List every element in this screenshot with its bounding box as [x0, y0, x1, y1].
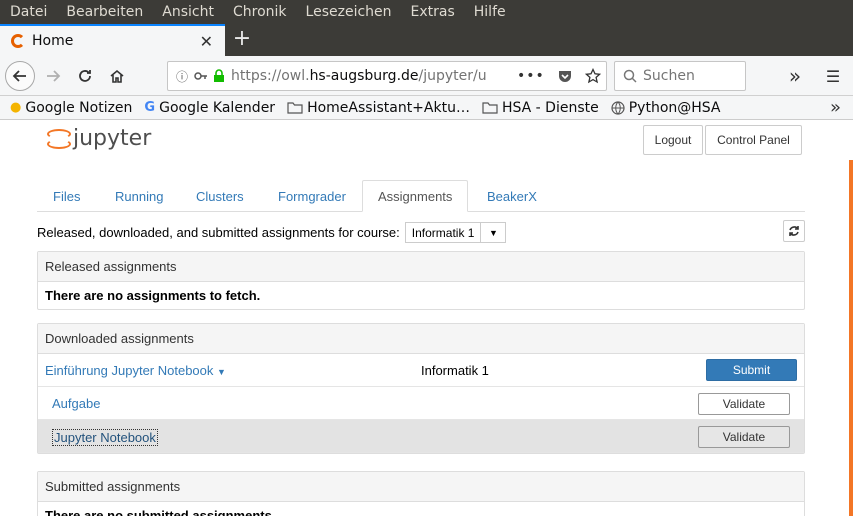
page-actions-icon[interactable]: ••• — [517, 68, 545, 84]
url-bar[interactable]: ⓘ https://owl.hs-augsburg.de/jupyter/u •… — [167, 61, 607, 91]
back-arrow-icon — [12, 70, 26, 82]
submitted-heading: Submitted assignments — [38, 472, 804, 502]
chevron-down-icon: ▼ — [489, 227, 498, 238]
tab-assignments[interactable]: Assignments — [362, 180, 469, 212]
tab-beakerx[interactable]: BeakerX — [472, 180, 552, 212]
menu-lesezeichen[interactable]: Lesezeichen — [306, 4, 392, 20]
folder-icon — [287, 102, 303, 114]
search-bar[interactable] — [614, 61, 746, 91]
bookmark-google-kalender[interactable]: G Google Kalender — [144, 100, 275, 116]
google-icon: G — [144, 100, 156, 115]
caret-down-icon: ▼ — [217, 367, 226, 377]
bookmark-star-icon[interactable] — [584, 68, 601, 84]
menu-bar: Datei Bearbeiten Ansicht Chronik Lesezei… — [0, 0, 853, 24]
bookmark-homeassistant-folder[interactable]: HomeAssistant+Aktu… — [287, 100, 470, 116]
submitted-assignments-panel: Submitted assignments There are no submi… — [37, 471, 805, 516]
bookmark-google-notizen[interactable]: ● Google Notizen — [10, 100, 132, 116]
menu-bearbeiten[interactable]: Bearbeiten — [66, 4, 143, 20]
url-text[interactable]: https://owl.hs-augsburg.de/jupyter/u — [231, 68, 511, 84]
notebook-row: Aufgabe Validate — [38, 387, 804, 420]
key-icon — [194, 72, 208, 80]
info-icon[interactable]: ⓘ — [176, 68, 188, 85]
validate-button[interactable]: Validate — [698, 393, 790, 415]
control-panel-button[interactable]: Control Panel — [705, 125, 802, 155]
course-select[interactable]: Informatik 1 ▼ — [404, 222, 507, 243]
bookmark-python-hsa[interactable]: Python@HSA — [611, 100, 721, 116]
back-button[interactable] — [5, 61, 35, 91]
jupyter-tabs: Files Running Clusters Formgrader Assign… — [37, 180, 805, 212]
scrollbar[interactable] — [849, 160, 853, 516]
course-label: Released, downloaded, and submitted assi… — [37, 225, 400, 240]
released-heading: Released assignments — [38, 252, 804, 282]
jupyter-page: jupyter Logout Control Panel Files Runni… — [0, 120, 853, 516]
close-tab-icon[interactable]: ✕ — [200, 32, 213, 51]
jupyter-logo[interactable]: jupyter — [47, 126, 151, 151]
notebook-link-jupyter-notebook[interactable]: Jupyter Notebook — [52, 429, 158, 446]
hamburger-menu-icon[interactable]: ☰ — [818, 61, 848, 91]
home-icon — [110, 69, 124, 83]
bookmarks-toolbar: ● Google Notizen G Google Kalender HomeA… — [0, 96, 853, 120]
notebook-row: Jupyter Notebook Validate — [38, 420, 804, 453]
search-input[interactable] — [643, 68, 733, 84]
menu-datei[interactable]: Datei — [10, 4, 47, 20]
validate-button[interactable]: Validate — [698, 426, 790, 448]
course-selector-row: Released, downloaded, and submitted assi… — [37, 222, 507, 243]
notebook-link-aufgabe[interactable]: Aufgabe — [52, 396, 100, 411]
globe-icon — [611, 100, 625, 115]
navigation-bar: ⓘ https://owl.hs-augsburg.de/jupyter/u •… — [0, 56, 853, 96]
search-icon — [623, 69, 637, 83]
reload-icon — [79, 70, 91, 82]
released-empty-message: There are no assignments to fetch. — [45, 288, 261, 303]
folder-icon — [482, 102, 498, 114]
downloaded-heading: Downloaded assignments — [38, 324, 804, 354]
bulb-icon: ● — [10, 100, 22, 115]
tab-clusters[interactable]: Clusters — [181, 180, 259, 212]
menu-hilfe[interactable]: Hilfe — [474, 4, 506, 20]
menu-chronik[interactable]: Chronik — [233, 4, 287, 20]
forward-button[interactable] — [38, 61, 68, 91]
pocket-icon[interactable] — [557, 68, 573, 84]
bookmarks-overflow-icon[interactable]: » — [830, 97, 841, 118]
tab-files[interactable]: Files — [38, 180, 95, 212]
lock-icon — [214, 69, 225, 82]
submitted-empty-message: There are no submitted assignments. — [45, 508, 276, 516]
home-button[interactable] — [102, 61, 132, 91]
tab-title: Home — [32, 33, 74, 49]
tab-formgrader[interactable]: Formgrader — [263, 180, 361, 212]
downloaded-assignments-panel: Downloaded assignments Einführung Jupyte… — [37, 323, 805, 454]
jupyter-logo-icon — [47, 127, 71, 151]
assignment-course: Informatik 1 — [421, 363, 489, 378]
menu-ansicht[interactable]: Ansicht — [162, 4, 214, 20]
tab-strip: Home ✕ + — [0, 24, 853, 56]
refresh-icon — [789, 226, 799, 236]
reload-button[interactable] — [70, 61, 100, 91]
jupyter-favicon-icon — [11, 34, 25, 48]
assignment-row: Einführung Jupyter Notebook ▼ Informatik… — [38, 354, 804, 387]
refresh-button[interactable] — [783, 220, 805, 242]
menu-extras[interactable]: Extras — [411, 4, 455, 20]
browser-tab-home[interactable]: Home ✕ — [0, 24, 225, 56]
tab-running[interactable]: Running — [100, 180, 178, 212]
firefox-window: Datei Bearbeiten Ansicht Chronik Lesezei… — [0, 0, 853, 516]
logout-button[interactable]: Logout — [643, 125, 703, 155]
released-assignments-panel: Released assignments There are no assign… — [37, 251, 805, 310]
bookmark-hsa-dienste-folder[interactable]: HSA - Dienste — [482, 100, 599, 116]
assignment-toggle-link[interactable]: Einführung Jupyter Notebook ▼ — [45, 363, 226, 378]
new-tab-button[interactable]: + — [230, 26, 254, 51]
submit-button[interactable]: Submit — [706, 359, 797, 381]
overflow-button[interactable]: » — [780, 61, 810, 91]
forward-arrow-icon — [47, 70, 61, 82]
